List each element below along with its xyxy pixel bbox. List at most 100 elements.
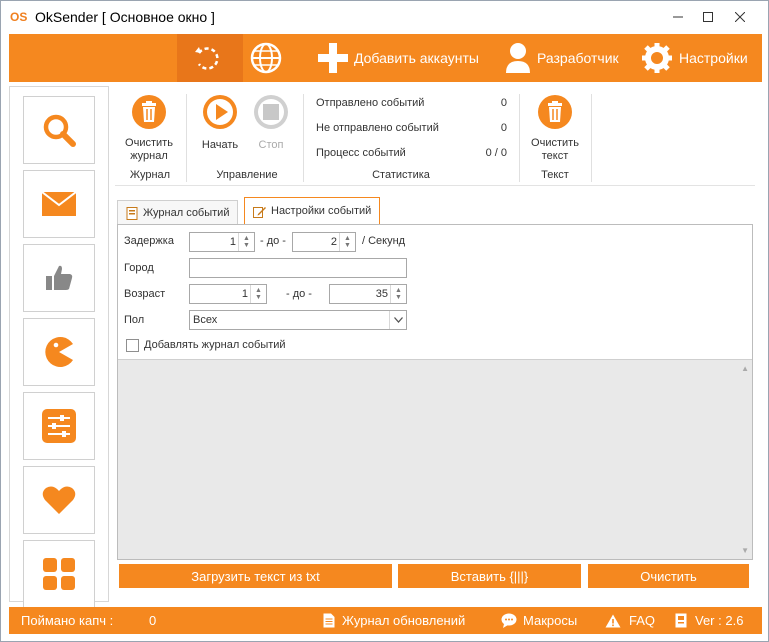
faq-label: FAQ (629, 613, 656, 628)
edit-icon (253, 206, 266, 218)
ribbon-separator (519, 94, 520, 182)
settings-label: Настройки (679, 50, 748, 66)
unsent-events-value: 0 (500, 122, 507, 134)
gender-select[interactable]: Всех (189, 310, 407, 330)
clear-journal-button[interactable]: Очистить журнал (119, 94, 179, 163)
sent-events-value: 0 (500, 97, 507, 109)
chevron-down-icon[interactable] (389, 311, 406, 329)
clear-button[interactable]: Очистить (588, 564, 749, 588)
delay-from-value: 1 (229, 236, 236, 248)
sidebar-item-search[interactable] (23, 96, 95, 164)
spinner-arrows-icon[interactable]: ▲ ▼ (250, 285, 266, 303)
chat-icon (501, 613, 517, 628)
pacman-icon (45, 337, 73, 367)
stop-icon (254, 95, 288, 129)
maximize-button[interactable] (693, 5, 723, 29)
updates-log-link[interactable]: Журнал обновлений (323, 607, 465, 634)
minimize-button[interactable] (663, 5, 693, 29)
clear-text-button[interactable]: Очистить текст (525, 94, 585, 163)
globe-icon (250, 42, 282, 74)
ribbon-separator (186, 94, 187, 182)
sidebar-item-apps[interactable] (23, 540, 95, 608)
delay-to-input[interactable]: 2 ▲ ▼ (292, 232, 356, 252)
age-to-value: 35 (375, 288, 388, 300)
journal-icon (126, 206, 138, 220)
title-bar: OS OkSender [ Основное окно ] (1, 1, 768, 33)
sidebar-item-messages[interactable] (23, 170, 95, 238)
sidebar-item-filters[interactable] (23, 392, 95, 460)
process-events-label: Процесс событий (316, 147, 406, 159)
control-group-label: Управление (216, 169, 278, 181)
close-button[interactable] (725, 5, 755, 29)
add-accounts-button[interactable]: Добавить аккаунты (316, 34, 479, 82)
sliders-icon (42, 409, 76, 443)
age-from-input[interactable]: 1 ▲ ▼ (189, 284, 267, 304)
updates-log-label: Журнал обновлений (342, 613, 466, 628)
minimize-icon (673, 16, 683, 18)
ribbon-separator (303, 94, 304, 182)
stop-button[interactable]: Стоп (249, 94, 293, 152)
insert-button[interactable]: Вставить {|||} (398, 564, 581, 588)
tab-event-settings-label: Настройки событий (271, 205, 372, 217)
stop-label: Стоп (258, 139, 284, 151)
tab-event-settings[interactable]: Настройки событий (244, 197, 381, 225)
city-label: Город (124, 262, 154, 274)
delay-unit-label: / Секунд (362, 235, 406, 247)
event-settings-panel: Задержка 1 ▲ ▼ - до - 2 ▲ ▼ / Секунд Город… (117, 224, 753, 560)
scroll-up-icon[interactable]: ▲ (741, 364, 749, 373)
age-to-input[interactable]: 35 ▲ ▼ (329, 284, 407, 304)
version-label: Ver : 2.6 (695, 613, 744, 628)
plus-icon (318, 43, 348, 73)
thumbs-up-icon (46, 265, 73, 290)
ribbon-separator (591, 94, 592, 182)
sidebar-item-likes[interactable] (23, 244, 95, 312)
play-icon (203, 95, 237, 129)
heart-icon (42, 486, 76, 514)
spinner-arrows-icon[interactable]: ▲ ▼ (390, 285, 406, 303)
window-title: OkSender [ Основное окно ] (35, 9, 215, 25)
delay-from-input[interactable]: 1 ▲ ▼ (189, 232, 255, 252)
spinner-arrows-icon[interactable]: ▲ ▼ (339, 233, 355, 251)
load-text-button[interactable]: Загрузить текст из txt (119, 564, 392, 588)
sidebar-item-games[interactable] (23, 318, 95, 386)
sidebar (9, 86, 109, 608)
sidebar-item-favorites[interactable] (23, 466, 95, 534)
stats-group-label: Статистика (372, 169, 430, 181)
start-button[interactable]: Начать (197, 94, 243, 152)
add-log-checkbox[interactable] (126, 339, 139, 352)
age-separator: - до - (286, 288, 312, 300)
message-text-area[interactable]: ▲ ▼ (118, 359, 752, 559)
scroll-down-icon[interactable]: ▼ (741, 546, 749, 555)
spinner-arrows-icon[interactable]: ▲ ▼ (238, 233, 254, 251)
faq-link[interactable]: FAQ (605, 607, 655, 634)
refresh-button[interactable] (192, 34, 222, 82)
gender-value: Всех (193, 314, 218, 326)
developer-button[interactable]: Разработчик (505, 34, 619, 82)
macros-link[interactable]: Макросы (501, 607, 577, 634)
maximize-icon (703, 12, 713, 22)
captcha-value: 0 (149, 613, 157, 628)
envelope-icon (42, 192, 76, 216)
add-log-label: Добавлять журнал событий (144, 339, 286, 351)
trash-icon (132, 95, 166, 129)
version-info: Ver : 2.6 (675, 607, 743, 634)
globe-button[interactable] (249, 34, 283, 82)
warning-icon (605, 614, 621, 627)
tabs-area: Журнал событий Настройки событий Задержк… (115, 187, 755, 603)
sent-events-label: Отправлено событий (316, 97, 425, 109)
tab-event-log[interactable]: Журнал событий (117, 200, 239, 225)
tab-event-log-label: Журнал событий (143, 207, 230, 219)
delay-separator: - до - (260, 235, 286, 247)
user-icon (506, 43, 530, 73)
captcha-label: Поймано капч : (21, 613, 114, 628)
settings-button[interactable]: Настройки (641, 34, 748, 82)
developer-label: Разработчик (537, 50, 619, 66)
unsent-events-label: Не отправлено событий (316, 122, 439, 134)
main-window: OS OkSender [ Основное окно ] Добавить а… (0, 0, 769, 642)
macros-label: Макросы (523, 613, 578, 628)
city-input[interactable] (189, 258, 407, 278)
age-from-value: 1 (241, 288, 248, 300)
clear-journal-label: Очистить журнал (125, 137, 173, 162)
grid-icon (43, 558, 75, 590)
text-group-label: Текст (541, 169, 569, 181)
